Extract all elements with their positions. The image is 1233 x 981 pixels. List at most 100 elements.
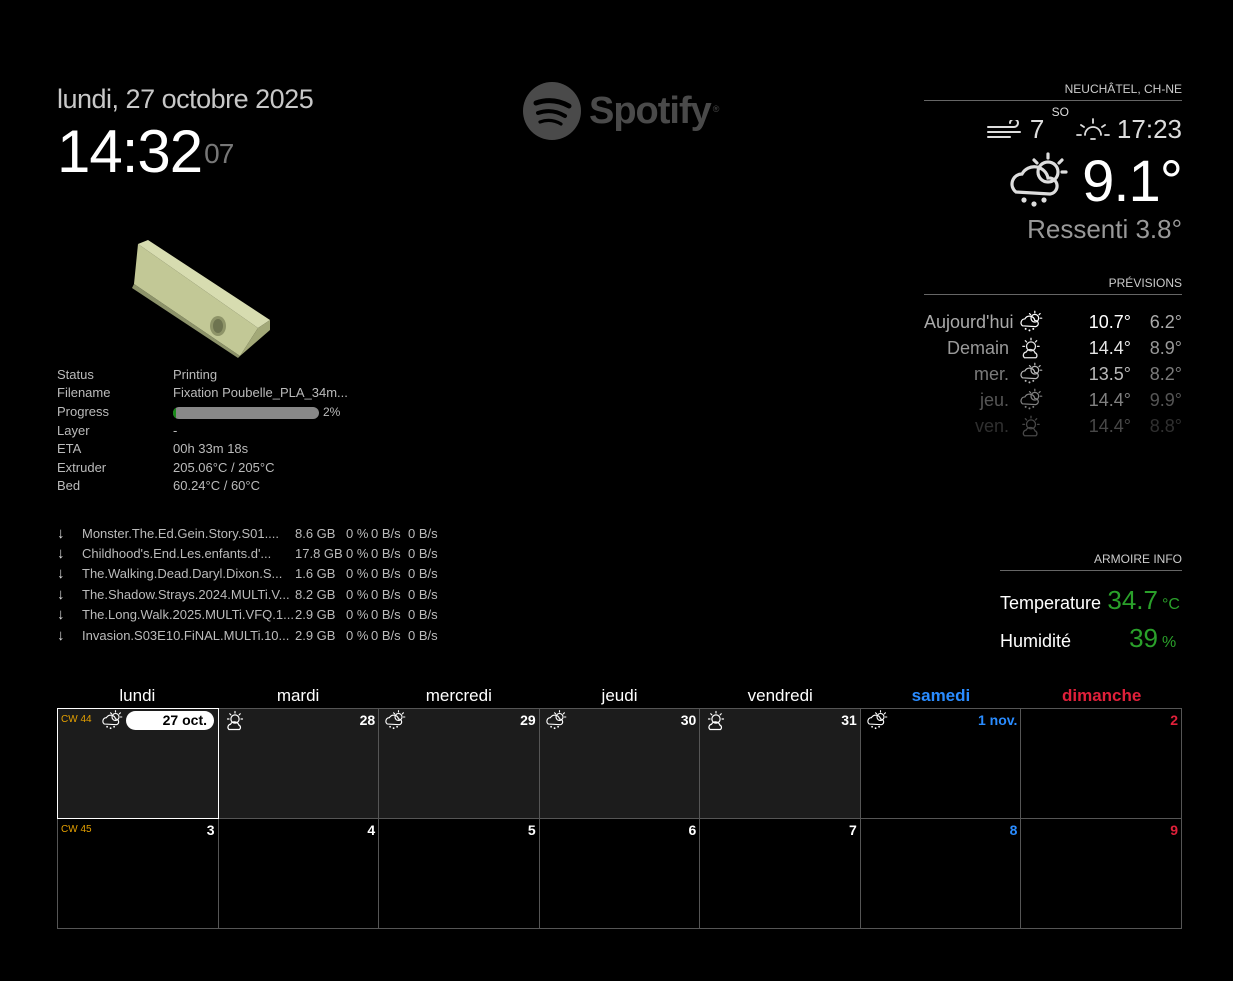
calendar-day-cell[interactable]: 31 — [699, 708, 861, 819]
weekday-label: mardi — [276, 686, 320, 705]
printer-value: - — [173, 422, 178, 438]
cloud-sun-rain-icon — [1020, 310, 1043, 333]
clock-seconds: 07 — [204, 138, 234, 169]
feels-like: Ressenti 3.8° — [1027, 214, 1182, 244]
clock-hours-minutes: 14:32 — [57, 118, 203, 185]
torrent-size: 2.9 GB — [295, 627, 336, 643]
day-number: 30 — [680, 712, 697, 728]
forecast-row: mer. 13.5° 8.2° — [924, 361, 1182, 387]
weekday-label: mercredi — [425, 686, 492, 705]
forecast-row: Demain 14.4° 8.9° — [924, 335, 1182, 361]
calendar-day-cell[interactable]: CW 45 3 — [57, 818, 219, 929]
printer-value: Fixation Poubelle_PLA_34m... — [173, 385, 348, 401]
calendar-day-cell[interactable]: 6 — [538, 818, 701, 929]
calendar-weekday-header: lundi mardi mercredi jeudi vendredi same… — [57, 686, 1182, 708]
spotify-icon — [523, 82, 581, 140]
forecast-min: 8.2° — [1149, 363, 1182, 384]
torrent-row: ↓ Childhood's.End.Les.enfants.d'... 17.8 G… — [57, 543, 438, 563]
calendar-day-cell[interactable]: 28 — [217, 708, 380, 819]
armoire-humidity-value: 39 — [1129, 623, 1158, 653]
spotify-logo: Spotify ® — [523, 82, 719, 140]
torrent-up-speed: 0 B/s — [408, 627, 438, 643]
torrent-row: ↓ Monster.The.Ed.Gein.Story.S01.... 8.6 GB… — [57, 523, 438, 543]
armoire-temperature-unit: °C — [1162, 596, 1180, 613]
printer-row-extruder: Extruder 205.06°C / 205°C — [57, 458, 348, 477]
forecast-max: 14.4° — [1088, 415, 1131, 436]
sun-cloud-icon — [226, 710, 243, 731]
printer-row-layer: Layer - — [57, 421, 348, 440]
calendar-day-cell[interactable]: 8 — [859, 818, 1022, 929]
weekday-label: lundi — [119, 686, 156, 705]
forecast-min: 8.9° — [1149, 337, 1182, 358]
calendar-day-cell[interactable]: 1 nov. — [859, 708, 1022, 819]
armoire-temperature-value: 34.7 — [1107, 585, 1158, 615]
printer-value: 2% — [173, 402, 348, 421]
printer-label: Progress — [57, 403, 110, 419]
forecast-max: 14.4° — [1088, 337, 1131, 358]
day-number: 5 — [527, 822, 536, 838]
day-number: 2 — [1170, 712, 1178, 728]
printer-value: 205.06°C / 205°C — [173, 459, 275, 475]
torrent-up-speed: 0 B/s — [408, 566, 438, 582]
torrent-down-speed: 0 B/s — [371, 546, 401, 562]
cloud-sun-rain-icon — [1010, 151, 1068, 208]
calendar-grid: CW 44 27 oct. 28 29 30 31 1 nov. 2 CW 45… — [57, 708, 1182, 929]
calendar-day-cell[interactable]: 5 — [378, 818, 540, 929]
calendar-day-cell[interactable]: 2 — [1020, 708, 1182, 819]
torrent-down-speed: 0 B/s — [371, 525, 401, 541]
wind-direction: SO — [1051, 105, 1069, 119]
torrent-down-speed: 0 B/s — [371, 586, 401, 602]
weekday-label: samedi — [911, 686, 971, 705]
day-number: 1 nov. — [978, 712, 1018, 728]
printer-row-progress: Progress 2% — [57, 402, 348, 421]
printer-status: Status Printing Filename Fixation Poubelle… — [57, 365, 348, 495]
cloud-sun-rain-icon — [546, 710, 567, 730]
armoire-humidity-row: Humidité 39% — [1000, 623, 1182, 661]
calendar-day-cell[interactable]: 7 — [699, 818, 861, 929]
spotify-trademark: ® — [712, 104, 720, 114]
forecast-min: 8.8° — [1149, 415, 1182, 436]
torrent-down-speed: 0 B/s — [371, 607, 401, 623]
printer-value: Printing — [173, 366, 218, 382]
printer-label: Status — [57, 366, 94, 382]
calendar-day-cell[interactable]: 29 — [378, 708, 540, 819]
calendar-day-cell[interactable]: CW 44 27 oct. — [57, 708, 219, 819]
sun-cloud-icon — [708, 710, 725, 731]
forecast-day: jeu. — [979, 389, 1009, 410]
download-arrow-icon: ↓ — [57, 565, 65, 583]
forecast-max: 14.4° — [1088, 389, 1131, 410]
day-number: 3 — [206, 822, 215, 838]
cloud-sun-rain-icon — [102, 710, 123, 730]
armoire-temperature-row: Temperature 34.7 °C — [1000, 585, 1182, 623]
download-arrow-icon: ↓ — [57, 585, 65, 603]
week-number: CW 44 — [61, 714, 92, 725]
sunset-icon — [1076, 117, 1110, 140]
forecast-row: jeu. 14.4° 9.9° — [924, 387, 1182, 413]
calendar-day-cell[interactable]: 9 — [1020, 818, 1182, 929]
torrent-list: ↓ Monster.The.Ed.Gein.Story.S01.... 8.6 GB… — [57, 523, 438, 645]
armoire-humidity-unit: % — [1162, 634, 1177, 651]
clock-date: lundi, 27 octobre 2025 — [57, 84, 314, 114]
download-arrow-icon: ↓ — [57, 545, 65, 563]
torrent-up-speed: 0 B/s — [408, 546, 438, 562]
printer-value: 60.24°C / 60°C — [173, 478, 261, 494]
torrent-percent: 0 % — [346, 566, 369, 582]
printer-row-status: Status Printing — [57, 365, 348, 384]
forecast-table: Aujourd'hui 10.7° 6.2° Demain 14.4° 8.9° mer… — [924, 309, 1182, 439]
torrent-row: ↓ The.Shadow.Strays.2024.MULTi.V... 8.2 GB… — [57, 584, 438, 604]
forecast-header: PRÉVISIONS — [924, 276, 1182, 295]
torrent-name: Childhood's.End.Les.enfants.d'... — [82, 546, 272, 562]
printer-label: Bed — [57, 478, 81, 494]
print-preview-image — [130, 234, 272, 358]
printer-label: Filename — [57, 385, 111, 401]
torrent-up-speed: 0 B/s — [408, 525, 438, 541]
forecast-day: Aujourd'hui — [924, 311, 1014, 332]
day-number: 28 — [359, 712, 376, 728]
printer-row-bed: Bed 60.24°C / 60°C — [57, 477, 348, 496]
spotify-wordmark: Spotify — [589, 89, 712, 132]
printer-value: 00h 33m 18s — [173, 441, 249, 457]
weather-current: 9.1° — [1004, 148, 1183, 215]
calendar-day-cell[interactable]: 30 — [538, 708, 701, 819]
torrent-down-speed: 0 B/s — [371, 566, 401, 582]
calendar-day-cell[interactable]: 4 — [217, 818, 380, 929]
